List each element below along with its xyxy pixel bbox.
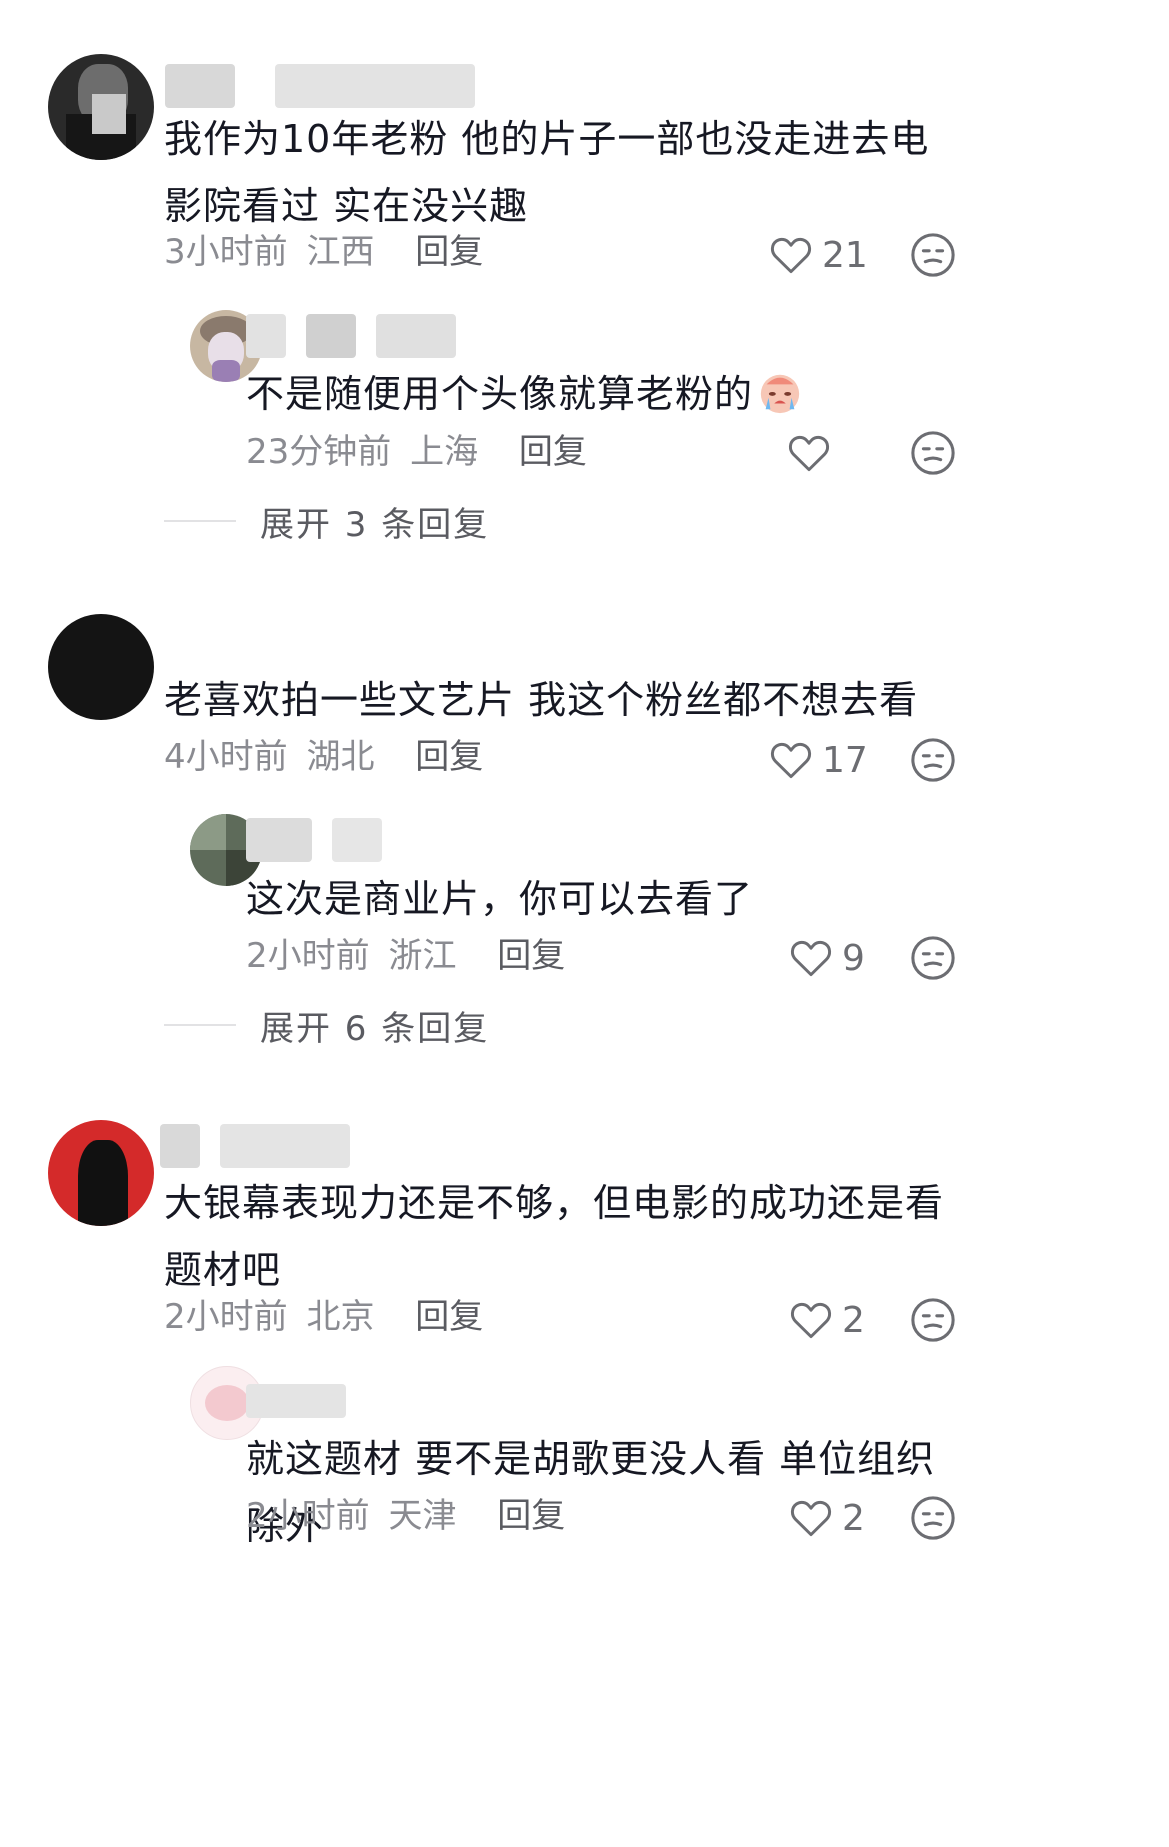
comment-meta: 3小时前 江西 回复 [164,228,483,276]
heart-icon [790,940,832,977]
comment-time: 3小时前 [164,232,288,272]
like-button[interactable]: 17 [770,735,868,785]
like-count: 9 [842,937,865,979]
expand-label: 展开 6 条回复 [260,1008,490,1049]
username[interactable] [246,314,466,358]
reply-meta: 23分钟前 上海 回复 [246,428,587,476]
like-button[interactable]: 2 [790,1295,865,1345]
comment-meta: 2小时前 北京 回复 [164,1293,483,1341]
reply-meta: 2小时前 天津 回复 [246,1492,565,1540]
dislike-face-icon[interactable] [910,737,956,783]
username[interactable] [246,1384,356,1418]
dislike-face-icon[interactable] [910,1297,956,1343]
divider-line [164,520,236,522]
like-count: 2 [842,1497,865,1539]
reply-location: 上海 [410,432,479,472]
like-count: 17 [822,739,868,781]
comment-meta: 4小时前 湖北 回复 [164,733,483,781]
comment-text: 我作为10年老粉 他的片子一部也没走进去电影院看过 实在没兴趣 [164,117,930,228]
comment-location: 湖北 [306,737,375,777]
heart-icon [770,237,812,274]
reply-button[interactable]: 回复 [415,232,483,272]
avatar[interactable] [48,54,154,160]
avatar[interactable] [48,1120,154,1226]
dislike-face-icon[interactable] [910,1495,956,1541]
username[interactable] [160,1124,360,1168]
dislike-face-icon[interactable] [910,232,956,278]
comment-location: 北京 [306,1297,375,1337]
username[interactable] [246,818,396,862]
expand-replies-button[interactable]: 展开 6 条回复 [164,1001,489,1049]
comment-text: 老喜欢拍一些文艺片 我这个粉丝都不想去看 [164,678,919,722]
like-button[interactable]: 9 [790,933,865,983]
reply-meta: 2小时前 浙江 回复 [246,932,565,980]
reply-button[interactable]: 回复 [415,737,483,777]
expand-replies-button[interactable]: 展开 3 条回复 [164,497,489,545]
divider-line [164,1024,236,1026]
like-count: 21 [822,234,868,276]
crying-face-icon [760,374,800,414]
reply-time: 23分钟前 [246,432,392,472]
comment-time: 2小时前 [164,1297,288,1337]
reply-button[interactable]: 回复 [497,936,565,976]
heart-icon [770,742,812,779]
comment-text: 大银幕表现力还是不够，但电影的成功还是看题材吧 [164,1181,945,1292]
heart-icon [790,1500,832,1537]
heart-icon [790,1302,832,1339]
reply-time: 2小时前 [246,936,370,976]
like-button[interactable]: 21 [770,230,868,280]
comment-location: 江西 [306,232,375,272]
reply-button[interactable]: 回复 [415,1297,483,1337]
dislike-face-icon[interactable] [910,935,956,981]
like-count: 2 [842,1299,865,1341]
dislike-face-icon[interactable] [910,430,956,476]
reply-button[interactable]: 回复 [519,432,587,472]
like-button[interactable]: 2 [790,1493,865,1543]
heart-icon [788,435,830,472]
avatar[interactable] [48,614,154,720]
expand-label: 展开 3 条回复 [260,504,490,545]
like-button[interactable] [788,428,840,478]
reply-time: 2小时前 [246,1496,370,1536]
reply-text: 这次是商业片，你可以去看了 [246,877,754,921]
reply-text: 不是随便用个头像就算老粉的 [246,361,936,428]
reply-location: 浙江 [388,936,457,976]
reply-button[interactable]: 回复 [497,1496,565,1536]
username[interactable] [165,64,485,108]
reply-location: 天津 [388,1496,457,1536]
comment-time: 4小时前 [164,737,288,777]
